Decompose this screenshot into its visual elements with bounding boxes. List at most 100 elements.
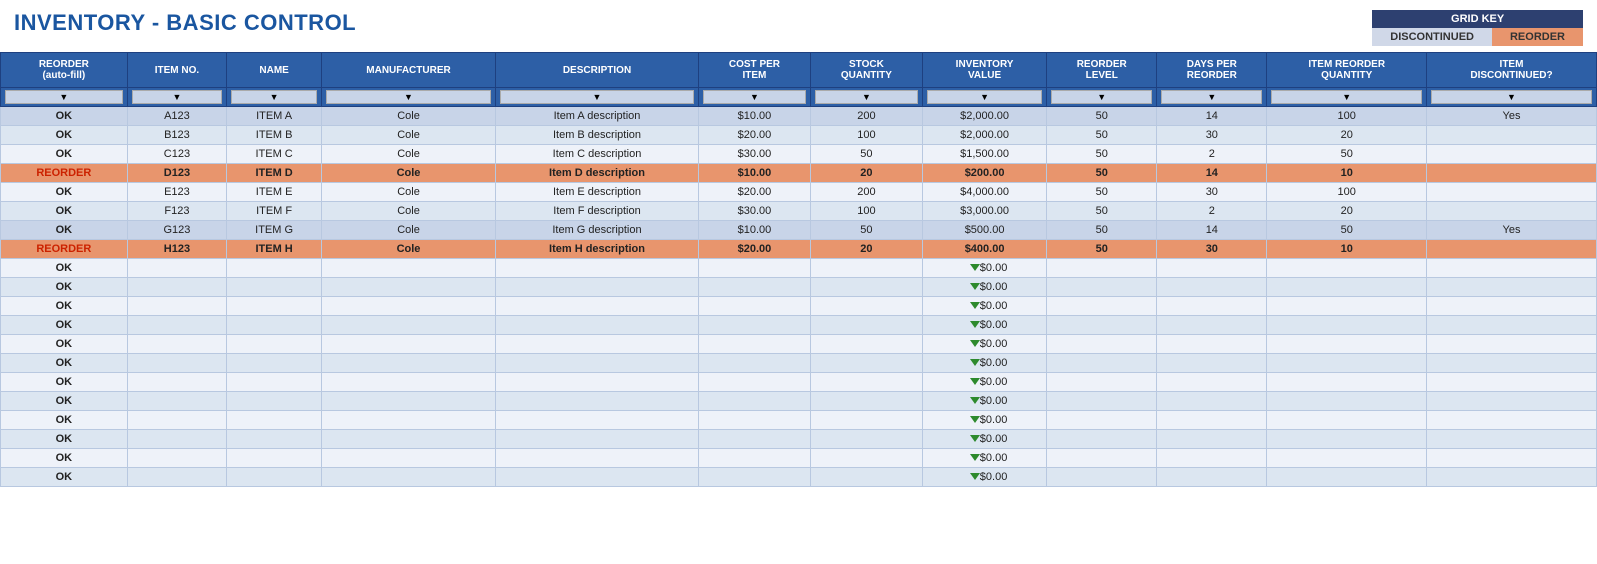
cell-itemReorderQty [1267,449,1427,468]
triangle-icon [970,454,980,461]
cell-name [227,354,322,373]
filter-manufacturer[interactable]: ▼ [326,90,491,104]
cell-reorder: OK [1,107,128,126]
cell-itemNo [127,278,227,297]
cell-discontinued [1427,430,1597,449]
cell-itemNo [127,373,227,392]
filter-discontinued[interactable]: ▼ [1431,90,1592,104]
page-header: INVENTORY - BASIC CONTROL GRID KEY DISCO… [0,0,1597,52]
table-row: OK$0.00 [1,373,1597,392]
table-body: OKA123ITEM AColeItem A description$10.00… [1,107,1597,487]
triangle-icon [970,397,980,404]
cell-itemNo: E123 [127,183,227,202]
cell-manufacturer: Cole [321,183,495,202]
cell-manufacturer: Cole [321,202,495,221]
cell-reorder: REORDER [1,240,128,259]
filter-reorder[interactable]: ▼ [5,90,123,104]
cell-name [227,297,322,316]
table-row: OK$0.00 [1,297,1597,316]
cell-reorderLevel: 50 [1047,145,1157,164]
cell-stockQuantity [810,354,922,373]
cell-manufacturer [321,411,495,430]
filter-stock-quantity[interactable]: ▼ [815,90,918,104]
cell-name [227,259,322,278]
cell-discontinued [1427,335,1597,354]
cell-discontinued [1427,373,1597,392]
cell-daysPerReorder [1157,354,1267,373]
filter-item-no[interactable]: ▼ [132,90,223,104]
cell-discontinued [1427,164,1597,183]
filter-row: ▼ ▼ ▼ ▼ ▼ ▼ ▼ ▼ ▼ ▼ ▼ ▼ [1,88,1597,107]
cell-daysPerReorder [1157,411,1267,430]
cell-itemReorderQty [1267,278,1427,297]
cell-manufacturer: Cole [321,221,495,240]
cell-reorderLevel [1047,468,1157,487]
table-row: OKC123ITEM CColeItem C description$30.00… [1,145,1597,164]
cell-daysPerReorder: 14 [1157,221,1267,240]
cell-description [496,411,699,430]
cell-name [227,335,322,354]
cell-inventoryValue: $0.00 [922,354,1046,373]
cell-reorderLevel: 50 [1047,107,1157,126]
filter-days-per-reorder[interactable]: ▼ [1161,90,1262,104]
cell-description: Item G description [496,221,699,240]
cell-daysPerReorder [1157,430,1267,449]
filter-inventory-value[interactable]: ▼ [927,90,1042,104]
table-row: OK$0.00 [1,411,1597,430]
table-row: OKG123ITEM GColeItem G description$10.00… [1,221,1597,240]
cell-discontinued [1427,259,1597,278]
cell-daysPerReorder [1157,392,1267,411]
cell-reorderLevel: 50 [1047,221,1157,240]
cell-costPerItem: $20.00 [698,240,810,259]
cell-stockQuantity: 50 [810,221,922,240]
cell-description: Item C description [496,145,699,164]
cell-reorder: OK [1,335,128,354]
cell-reorder: OK [1,316,128,335]
col-name: NAME [227,53,322,88]
cell-reorder: OK [1,278,128,297]
filter-cost-per-item[interactable]: ▼ [703,90,806,104]
cell-itemNo [127,430,227,449]
cell-discontinued [1427,411,1597,430]
col-stock-quantity: STOCKQUANTITY [810,53,922,88]
cell-inventoryValue: $0.00 [922,449,1046,468]
filter-reorder-level[interactable]: ▼ [1051,90,1152,104]
cell-reorderLevel [1047,449,1157,468]
table-row: OK$0.00 [1,392,1597,411]
cell-reorderLevel [1047,335,1157,354]
cell-stockQuantity [810,449,922,468]
cell-description: Item F description [496,202,699,221]
cell-stockQuantity [810,278,922,297]
cell-itemReorderQty: 10 [1267,240,1427,259]
filter-item-reorder-qty[interactable]: ▼ [1271,90,1422,104]
cell-itemNo: H123 [127,240,227,259]
filter-name[interactable]: ▼ [231,90,317,104]
cell-stockQuantity [810,335,922,354]
cell-itemNo [127,468,227,487]
cell-discontinued: Yes [1427,221,1597,240]
cell-daysPerReorder [1157,335,1267,354]
cell-description [496,392,699,411]
cell-itemReorderQty [1267,335,1427,354]
cell-daysPerReorder [1157,278,1267,297]
cell-inventoryValue: $0.00 [922,297,1046,316]
cell-name: ITEM F [227,202,322,221]
cell-reorder: OK [1,449,128,468]
cell-costPerItem: $20.00 [698,183,810,202]
cell-inventoryValue: $500.00 [922,221,1046,240]
cell-discontinued [1427,392,1597,411]
triangle-icon [970,378,980,385]
cell-costPerItem: $10.00 [698,107,810,126]
cell-name [227,278,322,297]
cell-daysPerReorder: 30 [1157,126,1267,145]
cell-itemNo [127,449,227,468]
cell-reorder: OK [1,354,128,373]
filter-description[interactable]: ▼ [500,90,694,104]
cell-inventoryValue: $0.00 [922,259,1046,278]
cell-itemNo [127,259,227,278]
cell-name: ITEM E [227,183,322,202]
cell-reorder: OK [1,221,128,240]
cell-stockQuantity: 100 [810,202,922,221]
cell-daysPerReorder: 14 [1157,164,1267,183]
triangle-icon [970,435,980,442]
